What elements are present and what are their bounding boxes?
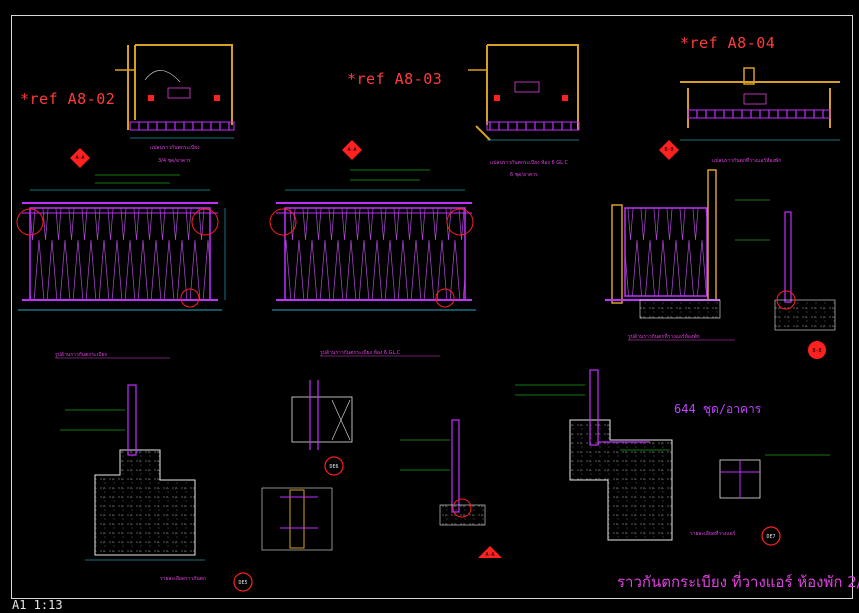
marker-detail-de5: DE5 (233, 572, 253, 592)
marker-section-b-bottom: B-B (808, 341, 826, 359)
marker-detail-de6-label: DE6 (329, 464, 338, 470)
ref-a8-03-label: *ref A8-03 (347, 70, 443, 88)
marker-section-a-mid-label: A-A (347, 147, 356, 153)
scale-label: A1 1:13 (12, 598, 63, 612)
units-per-building-note: 644 ชุด/อาคาร (674, 402, 762, 416)
marker-detail-de5-label: DE5 (238, 580, 247, 586)
markers-layer: A-A A-A B-B B-B A-A DE5 DE6 DE7 (70, 140, 826, 592)
marker-detail-de7: DE7 (761, 526, 781, 546)
marker-section-b-bottom-label: B-B (812, 348, 821, 354)
marker-detail-de6: DE6 (324, 456, 344, 476)
marker-detail-de7-label: DE7 (766, 534, 775, 540)
marker-section-a-mid: A-A (342, 140, 362, 160)
sheet-title: ราวกันตกระเบียง ที่วางแอร์ ห้องพัก 2/3 (617, 573, 859, 591)
ref-a8-02-label: *ref A8-02 (20, 90, 116, 108)
marker-section-a-bottom-label: A-A (485, 552, 494, 558)
marker-section-a-left-label: A-A (75, 155, 84, 161)
ref-a8-04-label: *ref A8-04 (680, 34, 776, 52)
marker-section-a-bottom: A-A (478, 546, 502, 558)
marker-section-b: B-B (659, 140, 679, 160)
marker-section-a-left: A-A (70, 148, 90, 168)
marker-section-b-label: B-B (664, 147, 673, 153)
